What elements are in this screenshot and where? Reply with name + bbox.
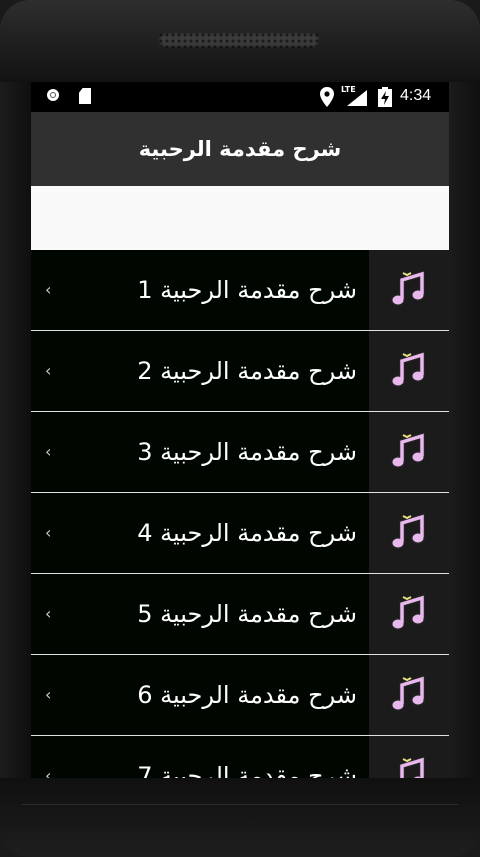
music-note-icon — [391, 269, 425, 306]
list-item[interactable]: شرح مقدمة الرحبية 6 ‹ — [31, 655, 449, 736]
music-note-icon — [391, 512, 425, 549]
device-bezel-line — [22, 804, 458, 805]
list-item-icon-cell — [369, 736, 449, 778]
device-speaker — [158, 32, 320, 48]
status-bar: LTE 4:34 — [31, 82, 449, 112]
list-item-label: شرح مقدمة الرحبية 7 — [137, 762, 357, 778]
music-note-icon — [391, 350, 425, 387]
chevron-left-icon: ‹ — [45, 280, 52, 299]
chevron-left-icon: ‹ — [45, 361, 52, 380]
lesson-list: شرح مقدمة الرحبية 1 ‹ شرح مقدمة الرحبية 2 ‹… — [31, 250, 449, 778]
list-item-icon-cell — [369, 331, 449, 411]
list-item-label: شرح مقدمة الرحبية 3 — [137, 438, 357, 466]
list-item-label: شرح مقدمة الرحبية 1 — [137, 276, 357, 304]
list-item-label: شرح مقدمة الرحبية 6 — [137, 681, 357, 709]
list-item[interactable]: شرح مقدمة الرحبية 2 ‹ — [31, 331, 449, 412]
chevron-left-icon: ‹ — [45, 442, 52, 461]
device-frame-top — [0, 0, 480, 82]
list-item-label: شرح مقدمة الرحبية 5 — [137, 600, 357, 628]
list-item-label: شرح مقدمة الرحبية 4 — [137, 519, 357, 547]
chevron-left-icon: ‹ — [45, 766, 52, 778]
device-frame-bottom — [0, 778, 480, 857]
list-item-icon-cell — [369, 412, 449, 492]
list-item-icon-cell — [369, 250, 449, 330]
chevron-left-icon: ‹ — [45, 685, 52, 704]
screen: LTE 4:34 شرح مقدمة الرحبية شرح مقدمة الر… — [31, 82, 449, 778]
list-item-icon-cell — [369, 574, 449, 654]
device-frame-left — [0, 82, 31, 782]
music-note-icon — [391, 593, 425, 630]
list-item-label: شرح مقدمة الرحبية 2 — [137, 357, 357, 385]
location-icon — [320, 87, 334, 107]
music-note-icon — [399, 755, 425, 778]
music-note-icon — [391, 431, 425, 468]
list-item[interactable]: شرح مقدمة الرحبية 5 ‹ — [31, 574, 449, 655]
page-title: شرح مقدمة الرحبية — [31, 112, 449, 186]
list-item[interactable]: شرح مقدمة الرحبية 1 ‹ — [31, 250, 449, 331]
signal-icon — [347, 90, 367, 106]
record-icon — [47, 89, 59, 101]
list-item[interactable]: شرح مقدمة الرحبية 4 ‹ — [31, 493, 449, 574]
list-item-icon-cell — [369, 655, 449, 735]
list-item-icon-cell — [369, 493, 449, 573]
chevron-left-icon: ‹ — [45, 523, 52, 542]
battery-charging-icon — [378, 87, 392, 107]
device-frame-right — [449, 82, 480, 782]
list-item[interactable]: شرح مقدمة الرحبية 3 ‹ — [31, 412, 449, 493]
chevron-left-icon: ‹ — [45, 604, 52, 623]
music-note-icon — [391, 674, 425, 711]
sd-card-icon — [79, 88, 91, 104]
status-time: 4:34 — [400, 87, 432, 104]
ad-banner — [31, 186, 449, 250]
list-item[interactable]: شرح مقدمة الرحبية 7 ‹ — [31, 736, 449, 778]
